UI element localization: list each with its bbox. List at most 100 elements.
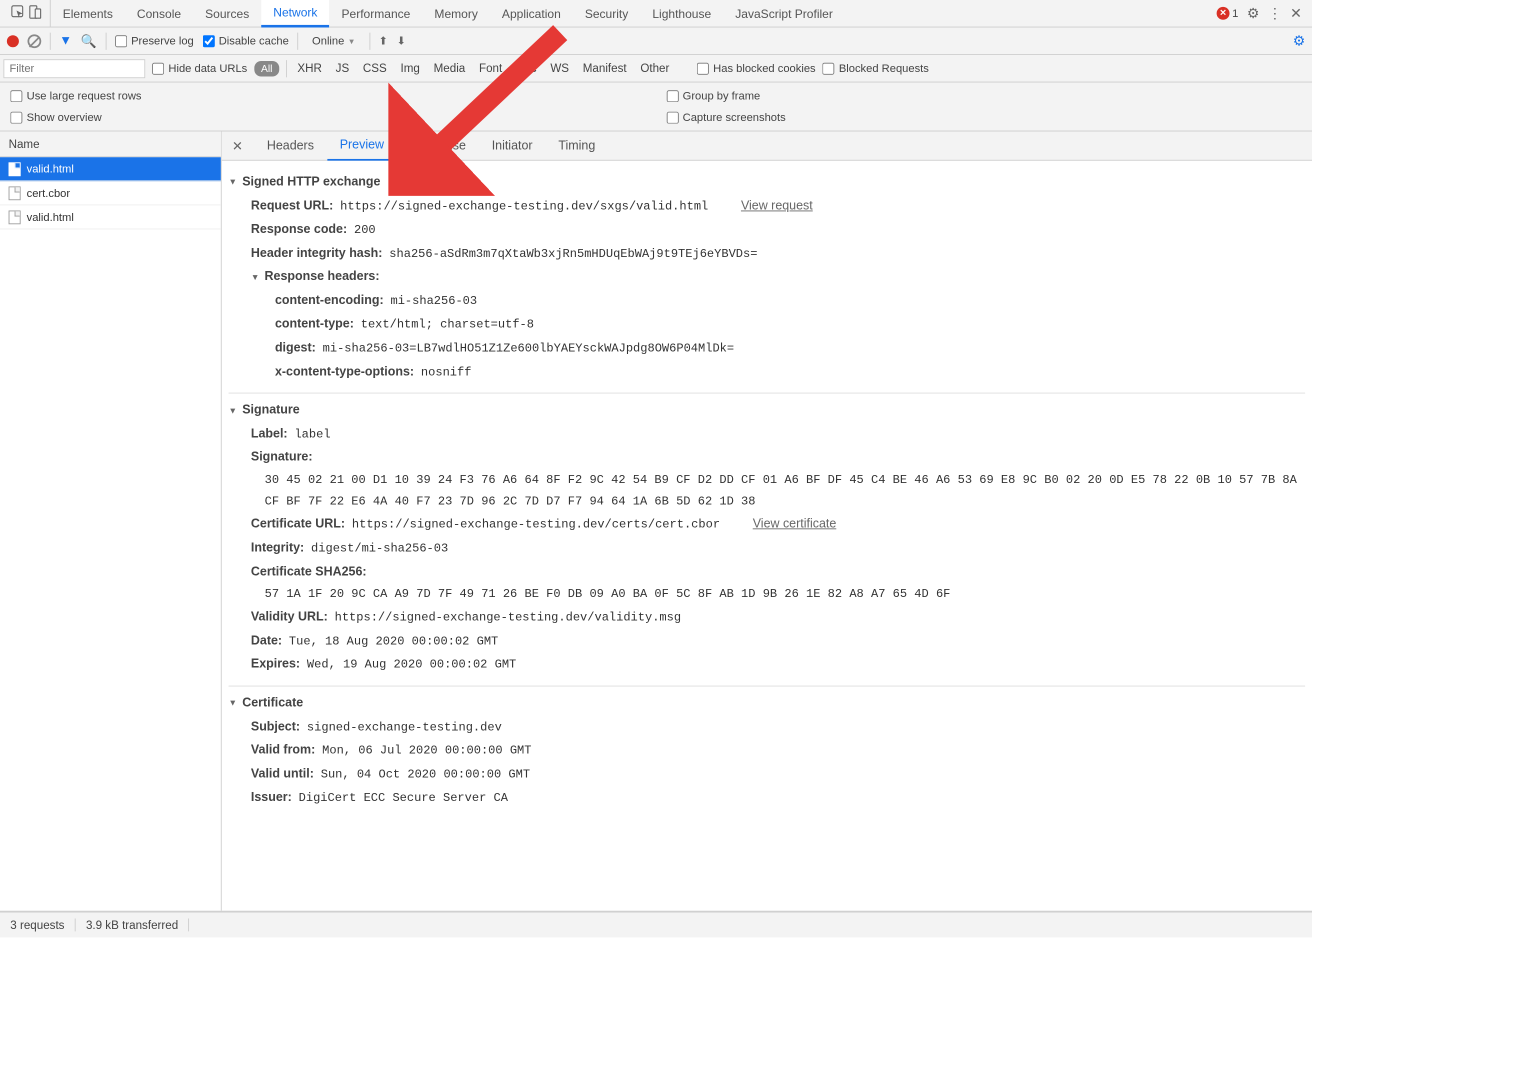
device-toolbar-icon[interactable]: [27, 4, 42, 22]
label: Certificate SHA256:: [251, 561, 367, 585]
tab-sources[interactable]: Sources: [193, 0, 261, 27]
hide-data-urls-checkbox[interactable]: Hide data URLs: [152, 62, 247, 75]
separator: [105, 32, 106, 49]
view-request-link[interactable]: View request: [741, 195, 813, 219]
more-icon[interactable]: ⋮: [1268, 5, 1282, 22]
filter-input[interactable]: [3, 59, 145, 78]
label: Request URL:: [251, 195, 333, 219]
filter-type-all[interactable]: All: [254, 61, 279, 76]
label: content-type:: [275, 313, 354, 337]
network-settings-icon[interactable]: ⚙: [1293, 32, 1305, 49]
tab-console[interactable]: Console: [125, 0, 193, 27]
value: digest/mi-sha256-03: [311, 538, 448, 561]
section-signature[interactable]: ▼Signature: [229, 399, 1306, 423]
export-har-icon[interactable]: ⬇: [397, 34, 406, 48]
clear-button[interactable]: [27, 34, 41, 48]
subtab-response[interactable]: Response: [398, 131, 478, 160]
value: signed-exchange-testing.dev: [307, 716, 502, 739]
show-overview-checkbox[interactable]: Show overview: [10, 111, 645, 124]
label: content-encoding:: [275, 289, 384, 313]
filter-icon[interactable]: ▼: [59, 34, 72, 49]
subtab-timing[interactable]: Timing: [546, 131, 607, 160]
filter-type-manifest[interactable]: Manifest: [579, 62, 630, 75]
section-sxg[interactable]: ▼Signed HTTP exchangeLearn more: [229, 171, 1306, 195]
label: Certificate URL:: [251, 513, 345, 537]
request-row[interactable]: valid.html: [0, 157, 221, 181]
value: https://signed-exchange-testing.dev/cert…: [352, 514, 720, 537]
error-count[interactable]: ✕1: [1217, 7, 1239, 20]
filter-type-ws[interactable]: WS: [547, 62, 573, 75]
inspect-element-icon[interactable]: [10, 4, 25, 22]
blocked-requests-checkbox[interactable]: Blocked Requests: [822, 62, 928, 75]
label: Header integrity hash:: [251, 242, 383, 266]
section-certificate[interactable]: ▼Certificate: [229, 692, 1306, 716]
tab-js-profiler[interactable]: JavaScript Profiler: [723, 0, 845, 27]
filter-type-media[interactable]: Media: [430, 62, 468, 75]
section-response-headers[interactable]: ▼Response headers:: [244, 266, 1305, 290]
tab-security[interactable]: Security: [573, 0, 641, 27]
filter-type-css[interactable]: CSS: [359, 62, 390, 75]
value: 200: [354, 219, 376, 242]
tab-application[interactable]: Application: [490, 0, 573, 27]
label: Expires:: [251, 653, 300, 677]
tab-network[interactable]: Network: [261, 0, 329, 27]
filter-type-other[interactable]: Other: [637, 62, 673, 75]
filter-type-doc[interactable]: Doc: [513, 62, 541, 75]
document-icon: [9, 186, 21, 200]
tab-memory[interactable]: Memory: [422, 0, 490, 27]
label: Response code:: [251, 218, 347, 242]
label: Signature:: [251, 446, 313, 470]
signature-hex: 30 45 02 21 00 D1 10 39 24 F3 76 A6 64 8…: [229, 470, 1306, 513]
tab-performance[interactable]: Performance: [329, 0, 422, 27]
status-transferred: 3.9 kB transferred: [76, 918, 190, 931]
record-button[interactable]: [7, 35, 19, 47]
label: Valid from:: [251, 739, 315, 763]
label: Issuer:: [251, 786, 292, 810]
value: text/html; charset=utf-8: [361, 314, 534, 337]
label: Date:: [251, 630, 282, 654]
filter-type-js[interactable]: JS: [332, 62, 352, 75]
subtab-headers[interactable]: Headers: [255, 131, 326, 160]
name-column-header[interactable]: Name: [0, 131, 221, 157]
value: https://signed-exchange-testing.dev/sxgs…: [340, 196, 708, 219]
filter-type-font[interactable]: Font: [476, 62, 506, 75]
label: Validity URL:: [251, 606, 328, 630]
label: x-content-type-options:: [275, 361, 414, 385]
value: DigiCert ECC Secure Server CA: [299, 787, 508, 810]
learn-more-link[interactable]: Learn more: [411, 171, 475, 195]
view-certificate-link[interactable]: View certificate: [753, 513, 837, 537]
request-row[interactable]: cert.cbor: [0, 181, 221, 205]
caret-down-icon: ▼: [251, 269, 260, 285]
value: mi-sha256-03: [390, 290, 477, 313]
value: nosniff: [421, 361, 472, 384]
value: label: [294, 423, 330, 446]
subtab-preview[interactable]: Preview: [328, 131, 396, 160]
value: mi-sha256-03=LB7wdlHO51Z1Ze600lbYAEYsckW…: [323, 338, 734, 361]
label: Label:: [251, 423, 288, 447]
tab-lighthouse[interactable]: Lighthouse: [640, 0, 723, 27]
close-details-icon[interactable]: ✕: [222, 138, 253, 153]
large-request-rows-checkbox[interactable]: Use large request rows: [10, 89, 645, 102]
has-blocked-cookies-checkbox[interactable]: Has blocked cookies: [697, 62, 816, 75]
settings-icon[interactable]: ⚙: [1247, 5, 1259, 22]
group-by-frame-checkbox[interactable]: Group by frame: [666, 89, 1301, 102]
caret-down-icon: ▼: [229, 175, 238, 191]
filter-type-img[interactable]: Img: [397, 62, 423, 75]
subtab-initiator[interactable]: Initiator: [480, 131, 545, 160]
request-row[interactable]: valid.html: [0, 205, 221, 229]
close-devtools-icon[interactable]: ✕: [1290, 5, 1302, 22]
disable-cache-checkbox[interactable]: Disable cache: [202, 34, 288, 47]
preserve-log-checkbox[interactable]: Preserve log: [115, 34, 194, 47]
caret-down-icon: ▼: [229, 695, 238, 711]
value: Mon, 06 Jul 2020 00:00:00 GMT: [322, 740, 531, 763]
value: Wed, 19 Aug 2020 00:00:02 GMT: [307, 654, 516, 677]
throttling-select[interactable]: Online▼: [307, 34, 361, 47]
tab-elements[interactable]: Elements: [51, 0, 125, 27]
value: sha256-aSdRm3m7qXtaWb3xjRn5mHDUqEbWAj9t9…: [389, 243, 757, 266]
import-har-icon[interactable]: ⬆: [379, 34, 388, 48]
search-icon[interactable]: 🔍: [81, 33, 97, 48]
capture-screenshots-checkbox[interactable]: Capture screenshots: [666, 111, 1301, 124]
value: https://signed-exchange-testing.dev/vali…: [335, 607, 681, 630]
separator: [286, 60, 287, 77]
filter-type-xhr[interactable]: XHR: [294, 62, 325, 75]
